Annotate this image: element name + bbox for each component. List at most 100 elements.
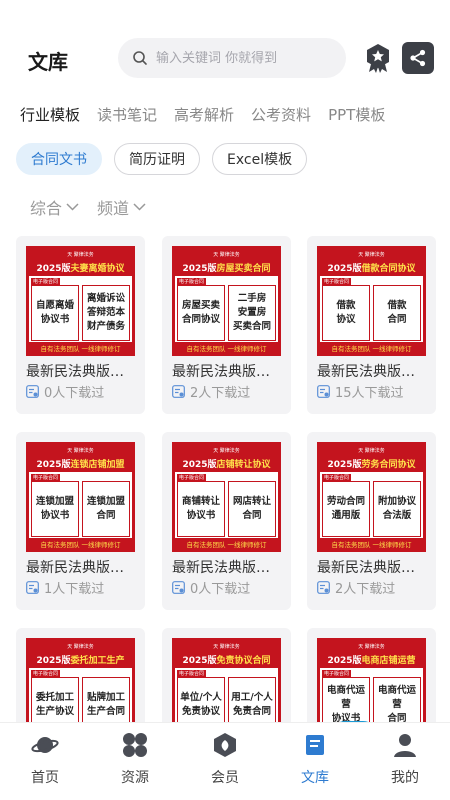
download-count-text: 0人下载过 [44,386,105,401]
cover-footer: 自有法务团队 一线律师修订 [29,342,132,353]
cover-title: 2025版 连锁店铺加盟 [29,455,132,472]
cover-name: 房屋买卖合同 [216,264,271,274]
cover-name: 借款合同协议 [361,264,416,274]
tab-industry-template[interactable]: 行业模板 [20,104,80,125]
document-title[interactable]: 最新民法典版… [317,361,429,381]
cover-brand: 天 聚律法务 [175,641,278,651]
document-card[interactable]: 天 聚律法务 2025版 连锁店铺加盟 电子版合同 连锁加盟 协议书 连锁加盟 合同 自有法务团… [16,432,145,610]
document-title[interactable]: 最新民法典版… [26,557,138,577]
cover-title: 2025版 店铺转让协议 [175,455,278,472]
document-title[interactable]: 最新民法典版… [172,557,284,577]
nav-vip[interactable]: 会员 [195,731,255,787]
cover-brand: 天 聚律法务 [175,249,278,259]
subcategory-chips: 合同文书 简历证明 Excel模板 [16,143,319,175]
search-icon [133,51,147,65]
cover-doc-line: 免责合同 [232,706,271,717]
cover-tag: 电子版合同 [177,670,207,677]
cover-title: 2025版 借款合同协议 [320,259,423,276]
download-icon [172,581,185,594]
cover-doc-line: 答辩范本 [86,307,125,319]
cover-body: 电子版合同 连锁加盟 协议书 连锁加盟 合同 [29,472,132,542]
search-input[interactable] [156,50,336,66]
document-cover: 天 聚律法务 2025版 借款合同协议 电子版合同 借款 协议 借款 合同 自有法务团队 一线律… [317,246,426,356]
document-title[interactable]: 最新民法典版… [172,361,284,381]
cover-name: 委托加工生产 [70,656,125,666]
cover-doc-line: 生产合同 [86,706,125,717]
user-icon [394,734,416,757]
search-box[interactable] [118,38,346,78]
share-icon [410,49,426,67]
tab-civil-exam[interactable]: 公考资料 [251,104,311,125]
cover-tag: 电子版合同 [31,474,61,481]
download-count: 2人下载过 [317,578,395,597]
filter-channel-label: 频道 [97,199,130,218]
nav-library-label: 文库 [301,770,329,786]
document-cover: 天 聚律法务 2025版 劳务合同协议 电子版合同 劳动合同 通用版 附加协议 合法版 自有法务… [317,442,426,552]
cover-doc-line: 房屋买卖 [181,300,220,312]
cover-left-doc: 借款 协议 [322,285,370,341]
cover-doc-line: 通用版 [331,510,361,521]
cover-doc-line: 附加协议 [377,496,416,508]
cover-year: 2025版 [36,460,71,470]
document-title[interactable]: 最新民法典版… [26,361,138,381]
download-icon [172,385,185,398]
nav-library[interactable]: 文库 [285,731,345,787]
cover-name: 店铺转让协议 [216,460,271,470]
cover-doc-line: 安置房 [237,307,267,319]
cover-brand: 天 聚律法务 [29,641,132,651]
document-card[interactable]: 天 聚律法务 2025版 劳务合同协议 电子版合同 劳动合同 通用版 附加协议 合法版 自有法务… [307,432,436,610]
cover-footer: 自有法务团队 一线律师修订 [320,342,423,353]
chip-excel[interactable]: Excel模板 [212,143,308,175]
download-count-text: 0人下载过 [190,582,251,597]
cover-doc-line: 生产协议 [35,706,74,717]
share-button[interactable] [402,42,434,74]
top-bar: 文库 [0,36,450,82]
cover-footer: 自有法务团队 一线律师修订 [29,538,132,549]
cover-year: 2025版 [182,656,217,666]
chip-resume[interactable]: 简历证明 [114,143,200,175]
cover-doc-line: 离婚诉讼 [86,293,125,305]
chip-contract[interactable]: 合同文书 [16,143,102,175]
document-card[interactable]: 天 聚律法务 2025版 借款合同协议 电子版合同 借款 协议 借款 合同 自有法务团队 一线律… [307,236,436,414]
download-count: 15人下载过 [317,382,404,401]
tab-reading-notes[interactable]: 读书笔记 [97,104,157,125]
cover-left-doc: 连锁加盟 协议书 [31,481,79,537]
filter-sort[interactable]: 综合 [30,195,79,219]
nav-home[interactable]: 首页 [15,731,75,787]
nav-vip-label: 会员 [211,770,239,786]
cover-doc-line: 二手房 [237,293,267,305]
cover-year: 2025版 [327,656,362,666]
cover-brand: 天 聚律法务 [320,641,423,651]
cover-doc-line: 劳动合同 [326,496,365,508]
cover-year: 2025版 [327,460,362,470]
cover-footer: 自有法务团队 一线律师修订 [175,342,278,353]
cover-name: 电商店铺运营 [361,656,416,666]
cover-doc-line: 委托加工 [35,692,74,704]
tab-gaokao[interactable]: 高考解析 [174,104,234,125]
cover-left-doc: 房屋买卖 合同协议 [177,285,225,341]
cover-doc-line: 协议书 [186,510,216,521]
document-cover: 天 聚律法务 2025版 连锁店铺加盟 电子版合同 连锁加盟 协议书 连锁加盟 合同 自有法务团… [26,442,135,552]
nav-home-label: 首页 [31,770,59,786]
cover-doc-line: 电商代运营 [377,685,416,711]
tab-ppt-template[interactable]: PPT模板 [328,104,385,125]
document-card[interactable]: 天 聚律法务 2025版 夫妻离婚协议 电子版合同 自愿离婚 协议书 离婚诉讼 答辩范本 财产债… [16,236,145,414]
filter-channel[interactable]: 频道 [97,195,146,219]
cover-year: 2025版 [182,460,217,470]
cover-title: 2025版 委托加工生产 [29,651,132,668]
badge-icon[interactable] [362,42,394,74]
nav-resources[interactable]: 资源 [105,731,165,787]
document-card[interactable]: 天 聚律法务 2025版 店铺转让协议 电子版合同 商铺转让 协议书 网店转让 合同 自有法务团… [162,432,291,610]
cover-doc-line: 买卖合同 [232,320,271,332]
cover-doc-line: 合同 [96,510,116,521]
cover-doc-line: 协议书 [40,314,70,325]
document-card[interactable]: 天 聚律法务 2025版 房屋买卖合同 电子版合同 房屋买卖 合同协议 二手房 安置房 买卖合同… [162,236,291,414]
nav-mine[interactable]: 我的 [375,731,435,787]
cover-footer: 自有法务团队 一线律师修订 [320,538,423,549]
cover-doc-line: 商铺转让 [181,496,220,508]
document-title[interactable]: 最新民法典版… [317,557,429,577]
vip-icon [214,733,236,757]
cover-doc-line: 免责协议 [181,706,220,717]
cover-tag: 电子版合同 [322,474,352,481]
cover-doc-line: 协议 [336,314,356,325]
